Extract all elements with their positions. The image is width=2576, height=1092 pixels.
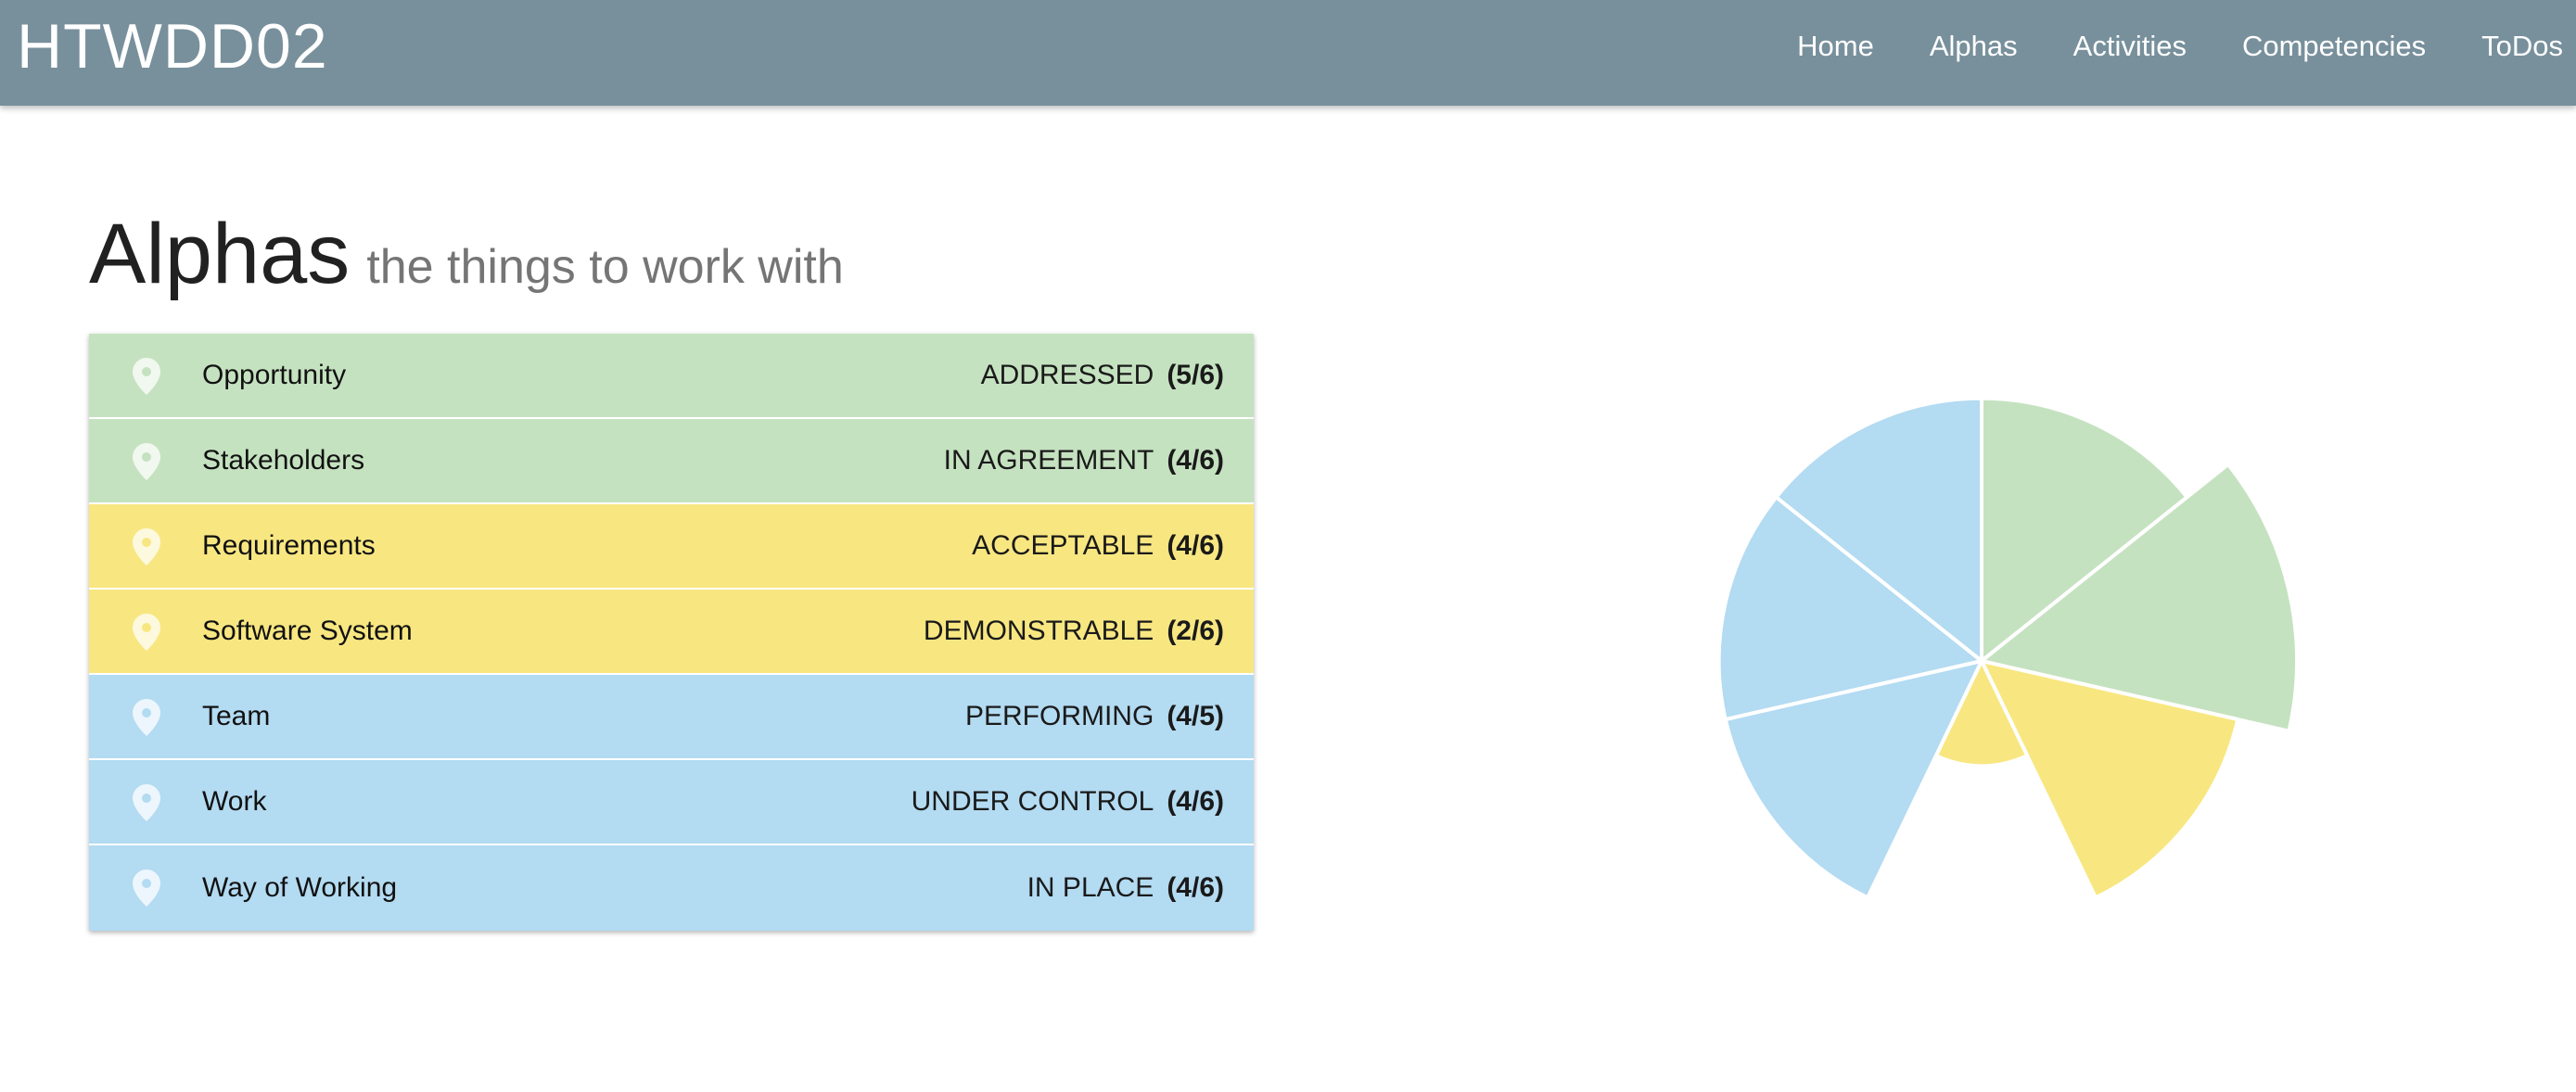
alpha-row[interactable]: Requirements ACCEPTABLE (4/6) — [89, 504, 1254, 590]
alpha-state-label: IN PLACE — [1027, 872, 1154, 903]
brand-title[interactable]: HTWDD02 — [17, 9, 328, 83]
page-header: Alphas the things to work with — [89, 206, 844, 308]
alpha-progress: (4/6) — [1167, 530, 1224, 561]
alpha-state-label: IN AGREEMENT — [943, 445, 1154, 476]
alpha-state-label: ADDRESSED — [980, 360, 1154, 390]
map-marker-icon — [133, 358, 160, 395]
alpha-state: UNDER CONTROL (4/6) — [912, 786, 1224, 818]
alpha-row[interactable]: Software System DEMONSTRABLE (2/6) — [89, 590, 1254, 675]
alpha-name: Work — [202, 786, 267, 817]
nav-competencies[interactable]: Competencies — [2242, 30, 2426, 63]
alpha-state: ADDRESSED (5/6) — [981, 360, 1224, 391]
alpha-progress: (4/6) — [1167, 445, 1224, 476]
page-subtitle: the things to work with — [366, 240, 844, 294]
map-marker-icon — [133, 443, 160, 480]
map-marker-icon — [133, 870, 160, 907]
alpha-row[interactable]: Work UNDER CONTROL (4/6) — [89, 760, 1254, 845]
alpha-progress: (4/6) — [1167, 786, 1224, 817]
alpha-row[interactable]: Stakeholders IN AGREEMENT (4/6) — [89, 419, 1254, 504]
map-marker-icon — [133, 528, 160, 565]
nav-home[interactable]: Home — [1797, 30, 1874, 63]
alpha-progress: (4/5) — [1167, 701, 1224, 731]
alpha-progress: (5/6) — [1167, 360, 1224, 390]
alpha-state-label: UNDER CONTROL — [911, 786, 1154, 817]
nav-todos[interactable]: ToDos — [2481, 30, 2563, 63]
alpha-state-label: DEMONSTRABLE — [923, 616, 1154, 646]
nav-activities[interactable]: Activities — [2073, 30, 2187, 63]
nav-alphas[interactable]: Alphas — [1930, 30, 2018, 63]
alpha-list: Opportunity ADDRESSED (5/6) Stakeholders IN … — [89, 334, 1254, 931]
nav-links: Home Alphas Activities Competencies ToDo… — [1741, 0, 2563, 93]
alpha-row[interactable]: Way of Working IN PLACE (4/6) — [89, 845, 1254, 931]
alpha-name: Opportunity — [202, 360, 347, 390]
alpha-row[interactable]: Opportunity ADDRESSED (5/6) — [89, 334, 1254, 419]
alpha-state-label: ACCEPTABLE — [972, 530, 1154, 561]
alpha-polar-chart — [1716, 396, 2299, 900]
alpha-progress: (4/6) — [1167, 872, 1224, 903]
alpha-state: IN AGREEMENT (4/6) — [944, 445, 1224, 476]
alpha-name: Stakeholders — [202, 445, 365, 476]
alpha-state: IN PLACE (4/6) — [1027, 872, 1224, 904]
alpha-state: ACCEPTABLE (4/6) — [972, 530, 1224, 562]
alpha-progress: (2/6) — [1167, 616, 1224, 646]
alpha-name: Software System — [202, 616, 413, 646]
alpha-state: PERFORMING (4/5) — [965, 701, 1224, 732]
alpha-name: Way of Working — [202, 872, 398, 903]
alpha-state-label: PERFORMING — [964, 701, 1154, 731]
page-title: Alphas — [89, 207, 351, 301]
alpha-name: Team — [202, 701, 271, 731]
top-navbar: HTWDD02 Home Alphas Activities Competenc… — [0, 0, 2576, 106]
map-marker-icon — [133, 699, 160, 736]
alpha-name: Requirements — [202, 530, 376, 561]
alpha-state: DEMONSTRABLE (2/6) — [924, 616, 1224, 647]
alpha-row[interactable]: Team PERFORMING (4/5) — [89, 675, 1254, 760]
map-marker-icon — [133, 614, 160, 651]
map-marker-icon — [133, 784, 160, 821]
